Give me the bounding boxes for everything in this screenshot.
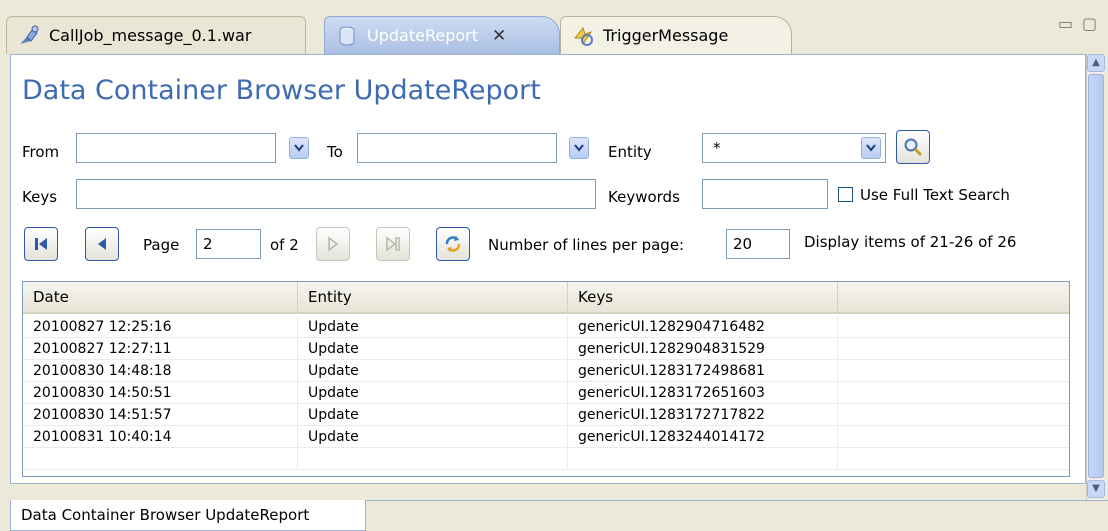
tab-label: TriggerMessage <box>603 26 729 45</box>
column-header-entity[interactable]: Entity <box>298 282 568 312</box>
bottom-tab-separator <box>366 500 1108 501</box>
table-row[interactable]: 20100830 14:48:18 Update genericUI.1283172… <box>23 360 1069 382</box>
last-page-icon <box>386 236 400 252</box>
cell-entity: Update <box>298 360 568 382</box>
previous-page-button[interactable] <box>85 227 119 261</box>
lines-per-page-label: Number of lines per page: <box>488 236 685 254</box>
maximize-icon[interactable]: ▢ <box>1082 14 1097 33</box>
close-icon[interactable]: ✕ <box>492 26 506 46</box>
cell-empty <box>838 316 1069 338</box>
cell-date: 20100827 12:25:16 <box>23 316 298 338</box>
table-row[interactable]: 20100830 14:50:51 Update genericUI.1283172… <box>23 382 1069 404</box>
bottom-page-tab[interactable]: Data Container Browser UpdateReport <box>10 500 366 531</box>
first-page-button[interactable] <box>24 227 58 261</box>
tab-trigger-message[interactable]: TriggerMessage <box>560 16 792 54</box>
page-title: Data Container Browser UpdateReport <box>22 75 541 106</box>
to-label: To <box>327 143 343 161</box>
column-header-keys[interactable]: Keys <box>568 282 838 312</box>
from-label: From <box>22 143 60 161</box>
cell-empty <box>838 426 1069 448</box>
full-text-search-checkbox[interactable] <box>838 187 853 202</box>
from-date-dropdown[interactable] <box>289 137 309 159</box>
keywords-label: Keywords <box>608 188 680 206</box>
keys-field[interactable] <box>76 179 596 209</box>
cell-empty <box>838 404 1069 426</box>
tab-update-report[interactable]: UpdateReport ✕ <box>324 16 560 54</box>
cell-entity: Update <box>298 316 568 338</box>
vertical-scrollbar[interactable]: ▲ ▼ <box>1086 54 1105 500</box>
chevron-down-icon <box>294 144 304 152</box>
column-header-empty <box>838 282 1069 312</box>
to-date-field[interactable] <box>357 133 557 163</box>
to-date-dropdown[interactable] <box>569 137 589 159</box>
cell-keys: genericUI.1283172651603 <box>568 382 838 404</box>
table-row[interactable] <box>23 448 1069 470</box>
tab-calljob-war[interactable]: CallJob_message_0.1.war <box>6 16 306 54</box>
cell-keys: genericUI.1283172498681 <box>568 360 838 382</box>
entity-select[interactable]: * <box>702 133 886 163</box>
first-page-icon <box>35 238 47 250</box>
cell-keys: genericUI.1283244014172 <box>568 426 838 448</box>
cell-entity: Update <box>298 382 568 404</box>
chevron-down-icon <box>574 144 584 152</box>
cell-empty <box>838 382 1069 404</box>
table-row[interactable]: 20100831 10:40:14 Update genericUI.1283244… <box>23 426 1069 448</box>
table-header: Date Entity Keys <box>23 282 1069 314</box>
editor-tab-strip: CallJob_message_0.1.war UpdateReport ✕ T… <box>0 0 1108 54</box>
entity-label: Entity <box>608 143 652 161</box>
scroll-up-icon[interactable]: ▲ <box>1087 54 1105 72</box>
war-file-icon <box>17 24 41 48</box>
cell-keys: genericUI.1283172717822 <box>568 404 838 426</box>
table-row[interactable]: 20100830 14:51:57 Update genericUI.1283172… <box>23 404 1069 426</box>
cell-entity <box>298 448 568 470</box>
refresh-icon <box>445 236 461 252</box>
next-page-button[interactable] <box>316 227 350 261</box>
page-number-field[interactable]: 2 <box>196 229 261 259</box>
chevron-down-icon <box>866 144 876 152</box>
cell-empty <box>838 338 1069 360</box>
minimize-icon[interactable]: ▭ <box>1058 14 1073 33</box>
cell-empty <box>838 360 1069 382</box>
keys-label: Keys <box>22 188 58 206</box>
results-table[interactable]: Date Entity Keys 20100827 12:25:16 Update… <box>22 281 1070 477</box>
from-date-field[interactable] <box>76 133 276 163</box>
full-text-search-label: Use Full Text Search <box>860 186 1010 204</box>
cell-date: 20100830 14:50:51 <box>23 382 298 404</box>
entity-dropdown[interactable] <box>861 137 881 159</box>
cell-entity: Update <box>298 404 568 426</box>
column-header-date[interactable]: Date <box>23 282 298 312</box>
search-button[interactable] <box>896 130 930 164</box>
data-container-icon <box>335 24 359 48</box>
next-page-icon <box>328 236 339 252</box>
keywords-field[interactable] <box>702 179 828 209</box>
cell-keys: genericUI.1282904831529 <box>568 338 838 360</box>
cell-keys: genericUI.1282904716482 <box>568 316 838 338</box>
refresh-button[interactable] <box>436 227 470 261</box>
scroll-down-icon[interactable]: ▼ <box>1087 480 1105 498</box>
cell-date <box>23 448 298 470</box>
scroll-thumb[interactable] <box>1088 74 1104 478</box>
cell-date: 20100827 12:27:11 <box>23 338 298 360</box>
table-row[interactable]: 20100827 12:27:11 Update genericUI.1282904… <box>23 338 1069 360</box>
table-row[interactable]: 20100827 12:25:16 Update genericUI.1282904… <box>23 316 1069 338</box>
cell-date: 20100830 14:48:18 <box>23 360 298 382</box>
page-count-label: of 2 <box>270 236 299 254</box>
tab-label: UpdateReport <box>367 26 478 45</box>
cell-keys <box>568 448 838 470</box>
cell-entity: Update <box>298 338 568 360</box>
trigger-icon <box>571 24 595 48</box>
last-page-button[interactable] <box>376 227 410 261</box>
tab-label: CallJob_message_0.1.war <box>49 26 252 45</box>
cell-date: 20100831 10:40:14 <box>23 426 298 448</box>
display-items-status: Display items of 21-26 of 26 <box>804 233 1017 251</box>
lines-per-page-field[interactable]: 20 <box>726 229 790 259</box>
search-icon <box>904 138 923 157</box>
cell-entity: Update <box>298 426 568 448</box>
cell-empty <box>838 448 1069 470</box>
cell-date: 20100830 14:51:57 <box>23 404 298 426</box>
page-label: Page <box>143 236 180 254</box>
previous-page-icon <box>98 238 106 250</box>
